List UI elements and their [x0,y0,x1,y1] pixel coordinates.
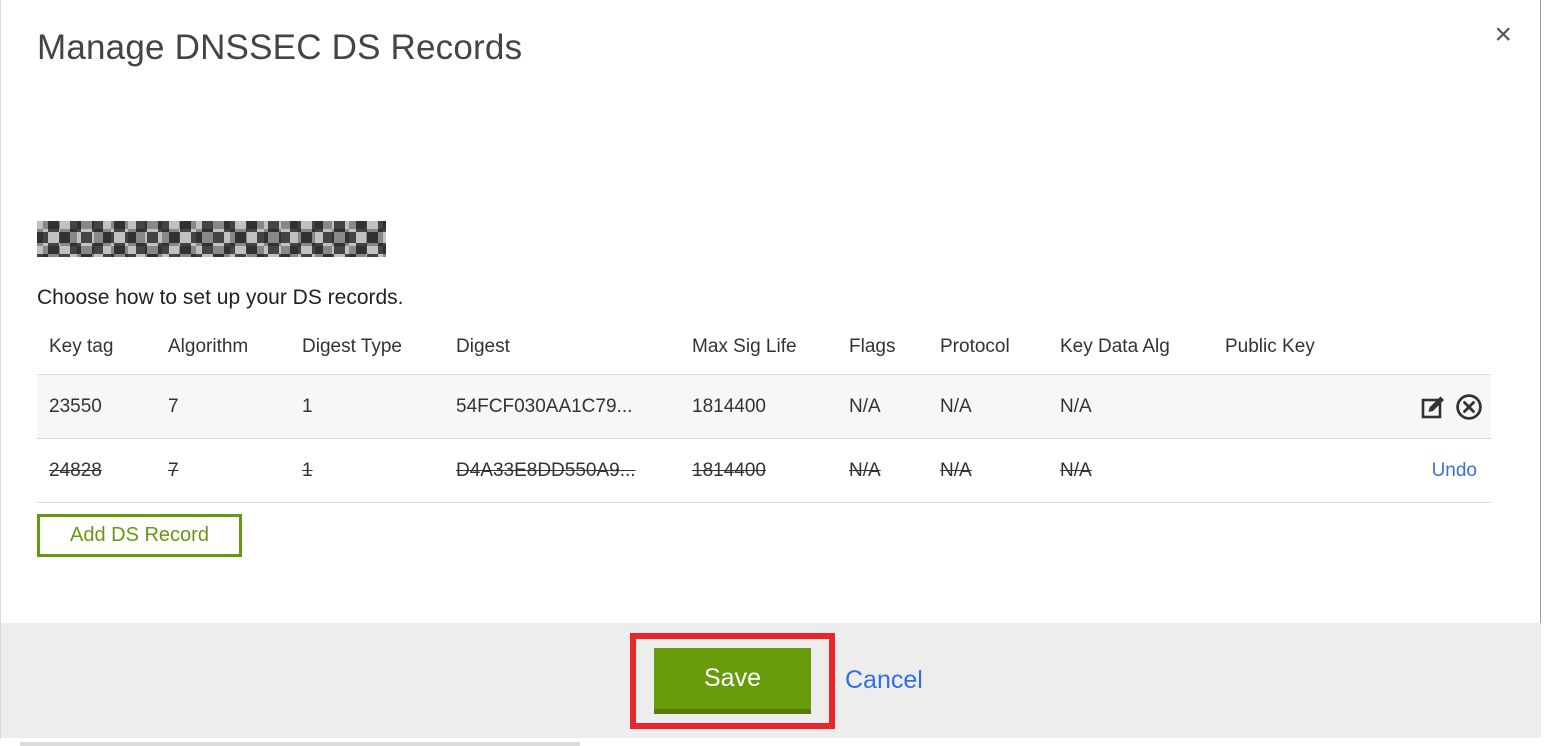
background-content-bar [20,742,580,746]
cell-protocol: N/A [928,374,1048,439]
col-header-public-key: Public Key [1225,336,1315,357]
cell-digest-type: 1 [290,438,444,503]
cell-protocol: N/A [928,438,1048,503]
edit-record-icon[interactable] [1420,393,1448,421]
cell-algorithm: 7 [156,438,290,503]
col-header-key-tag: Key tag [49,336,114,357]
cell-key-tag: 23550 [37,374,156,439]
cell-max-sig-life: 1814400 [680,374,837,439]
cell-key-data-alg: N/A [1048,438,1213,503]
col-header-key-data-alg: Key Data Alg [1060,336,1170,357]
modal-title: Manage DNSSEC DS Records [37,28,523,67]
col-header-flags: Flags [849,336,896,357]
redacted-domain-blur [37,221,386,257]
col-header-digest-type: Digest Type [302,336,402,357]
cell-flags: N/A [837,374,928,439]
undo-link[interactable]: Undo [1432,460,1483,482]
cancel-link[interactable]: Cancel [845,666,923,695]
cell-digest-type: 1 [290,374,444,439]
manage-dnssec-modal: Manage DNSSEC DS Records × Choose how to… [0,0,1541,738]
table-row: 23550 7 1 54FCF030AA1C79... 1814400 N/A … [37,374,1491,439]
col-header-max-sig-life: Max Sig Life [692,336,797,357]
cell-digest: 54FCF030AA1C79... [444,374,680,439]
cell-flags: N/A [837,438,928,503]
cell-key-tag: 24828 [37,438,156,503]
close-icon[interactable]: × [1494,20,1512,50]
cell-actions: Undo [1213,438,1491,503]
add-ds-record-button[interactable]: Add DS Record [37,514,242,557]
instruction-text: Choose how to set up your DS records. [37,286,404,309]
save-button[interactable]: Save [654,647,811,714]
cell-digest: D4A33E8DD550A9... [444,438,680,503]
col-header-digest: Digest [456,336,510,357]
cell-key-data-alg: N/A [1048,374,1213,439]
cell-algorithm: 7 [156,374,290,439]
table-row-deleted: 24828 7 1 D4A33E8DD550A9... 1814400 N/A … [37,438,1491,503]
ds-records-table: Key tag Algorithm Digest Type Digest Max… [37,328,1491,503]
table-header-row: Key tag Algorithm Digest Type Digest Max… [37,328,1491,375]
page-background-strip [0,739,1568,746]
col-header-protocol: Protocol [940,336,1010,357]
delete-record-icon[interactable] [1455,393,1483,421]
modal-footer: Save Cancel [1,623,1541,738]
col-header-algorithm: Algorithm [168,336,249,357]
cell-actions [1213,374,1491,439]
cell-max-sig-life: 1814400 [680,438,837,503]
annotation-highlight-rectangle: Save [630,632,835,729]
